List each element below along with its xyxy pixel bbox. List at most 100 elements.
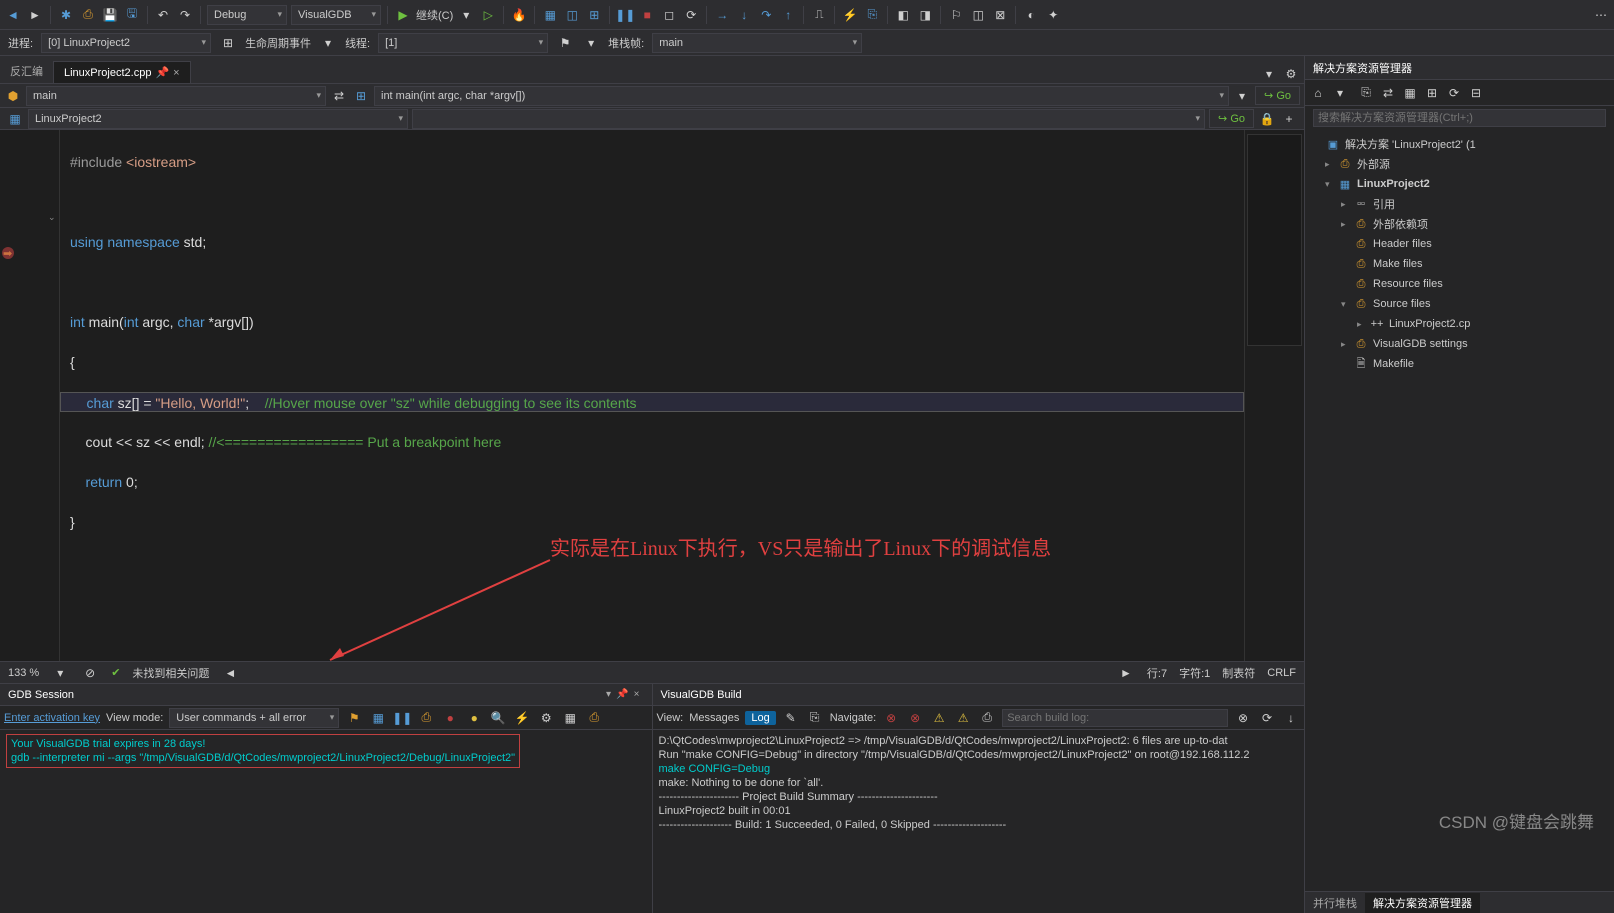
build-tb-c[interactable]: ⎙ bbox=[978, 709, 996, 727]
step-into-icon[interactable]: ↓ bbox=[735, 6, 753, 24]
tb-icon-a[interactable]: ▦ bbox=[541, 6, 559, 24]
open-icon[interactable]: ⎙ bbox=[79, 6, 97, 24]
bc-go-button[interactable]: ↪ Go bbox=[1209, 109, 1254, 128]
bc-path-combo[interactable] bbox=[412, 109, 1205, 129]
sol-tb-d[interactable]: ⊞ bbox=[1423, 84, 1441, 102]
continue-label[interactable]: 继续(C) bbox=[416, 7, 453, 23]
indent-indicator[interactable]: 制表符 bbox=[1222, 665, 1255, 681]
new-icon[interactable]: ✱ bbox=[57, 6, 75, 24]
sol-tb-c[interactable]: ▦ bbox=[1401, 84, 1419, 102]
eol-indicator[interactable]: CRLF bbox=[1267, 667, 1296, 679]
build-output[interactable]: D:\QtCodes\mwproject2\LinuxProject2 => /… bbox=[653, 730, 1305, 913]
restart-icon[interactable]: ⟳ bbox=[682, 6, 700, 24]
char-indicator[interactable]: 字符:1 bbox=[1179, 665, 1210, 681]
solution-search-input[interactable] bbox=[1313, 109, 1606, 127]
build-err2-icon[interactable]: ⊗ bbox=[906, 709, 924, 727]
gdb-tb-h[interactable]: ⎙ bbox=[585, 709, 603, 727]
line-indicator[interactable]: 行:7 bbox=[1147, 665, 1167, 681]
panel-dropdown-icon[interactable]: ▾ bbox=[602, 688, 616, 702]
tb-icon-l[interactable]: ✦ bbox=[1044, 6, 1062, 24]
gdb-tb-d[interactable]: ● bbox=[441, 709, 459, 727]
tb-icon-h[interactable]: ◨ bbox=[916, 6, 934, 24]
continue-icon[interactable]: ▶ bbox=[394, 6, 412, 24]
build-tb-d[interactable]: ⊗ bbox=[1234, 709, 1252, 727]
gdb-search-icon[interactable]: 🔍 bbox=[489, 709, 507, 727]
tree-source[interactable]: ▾⎙Source files bbox=[1305, 294, 1614, 314]
health-icon[interactable]: ⊘ bbox=[81, 664, 99, 682]
minimap[interactable] bbox=[1244, 130, 1304, 661]
nav-back-icon[interactable]: ◄ bbox=[4, 6, 22, 24]
activation-link[interactable]: Enter activation key bbox=[4, 712, 100, 724]
step-next-icon[interactable]: → bbox=[713, 6, 731, 24]
overflow-icon[interactable]: ⋯ bbox=[1592, 6, 1610, 24]
lifecycle-dropdown-icon[interactable]: ▾ bbox=[319, 34, 337, 52]
build-search-input[interactable] bbox=[1002, 709, 1228, 727]
redo-icon[interactable]: ↷ bbox=[176, 6, 194, 24]
sol-tb-e[interactable]: ⊟ bbox=[1467, 84, 1485, 102]
sol-tb-a[interactable]: ▾ bbox=[1331, 84, 1349, 102]
step-out-icon[interactable]: ↑ bbox=[779, 6, 797, 24]
thread-combo[interactable]: [1] bbox=[378, 33, 548, 53]
sol-home-icon[interactable]: ⌂ bbox=[1309, 84, 1327, 102]
tree-references[interactable]: ▸▫▫引用 bbox=[1305, 194, 1614, 214]
tb-icon-j[interactable]: ⊠ bbox=[991, 6, 1009, 24]
break-all-icon[interactable]: ◻ bbox=[660, 6, 678, 24]
bookmark-icon[interactable]: ⚐ bbox=[947, 6, 965, 24]
gdb-tb-f[interactable]: ⚡ bbox=[513, 709, 531, 727]
stop-icon[interactable]: ■ bbox=[638, 6, 656, 24]
gdb-tb-c[interactable]: ⎙ bbox=[417, 709, 435, 727]
step-over-icon[interactable]: ↷ bbox=[757, 6, 775, 24]
pause-icon[interactable]: ❚❚ bbox=[616, 6, 634, 24]
continue-dropdown-icon[interactable]: ▾ bbox=[457, 6, 475, 24]
tb-icon-k[interactable]: ◐ bbox=[1022, 6, 1040, 24]
build-messages-btn[interactable]: Messages bbox=[689, 712, 739, 724]
tb-icon-f[interactable]: ⎘ bbox=[863, 6, 881, 24]
bc-plus-icon[interactable]: + bbox=[1280, 110, 1298, 128]
tree-source-file[interactable]: ▸++LinuxProject2.cp bbox=[1305, 314, 1614, 334]
sol-sync-icon[interactable]: ⇄ bbox=[1379, 84, 1397, 102]
bc-lock-icon[interactable]: 🔒 bbox=[1258, 110, 1276, 128]
tb-icon-g[interactable]: ◧ bbox=[894, 6, 912, 24]
nav-dropdown-icon[interactable]: ▾ bbox=[1233, 87, 1251, 105]
zoom-dropdown-icon[interactable]: ▾ bbox=[51, 664, 69, 682]
undo-icon[interactable]: ↶ bbox=[154, 6, 172, 24]
fold-icon[interactable]: ⌄ bbox=[48, 212, 56, 223]
save-icon[interactable]: 💾 bbox=[101, 6, 119, 24]
hot-reload-icon[interactable]: 🔥 bbox=[510, 6, 528, 24]
build-tb-b[interactable]: ⎘ bbox=[806, 709, 824, 727]
build-log-btn[interactable]: Log bbox=[745, 711, 775, 725]
func-combo[interactable]: int main(int argc, char *argv[]) bbox=[374, 86, 1229, 106]
config-combo[interactable]: Debug bbox=[207, 5, 287, 25]
thread-flag-icon[interactable]: ⚑ bbox=[556, 34, 574, 52]
zoom-level[interactable]: 133 % bbox=[8, 667, 39, 679]
gdb-tb-e[interactable]: ● bbox=[465, 709, 483, 727]
tb-icon-c[interactable]: ⊞ bbox=[585, 6, 603, 24]
gdb-tb-b[interactable]: ▦ bbox=[369, 709, 387, 727]
gdb-tb-g[interactable]: ▦ bbox=[561, 709, 579, 727]
scope-combo[interactable]: main bbox=[26, 86, 326, 106]
go-button[interactable]: ↪ Go bbox=[1255, 86, 1300, 105]
tab-disasm[interactable]: 反汇编 bbox=[0, 59, 53, 83]
sol-tab-parallel[interactable]: 并行堆栈 bbox=[1305, 893, 1365, 913]
platform-combo[interactable]: VisualGDB bbox=[291, 5, 381, 25]
tree-headers[interactable]: ⎙Header files bbox=[1305, 234, 1614, 254]
gdb-tb-a[interactable]: ⚑ bbox=[345, 709, 363, 727]
process-combo[interactable]: [0] LinuxProject2 bbox=[41, 33, 211, 53]
tree-project[interactable]: ▾▦LinuxProject2 bbox=[1305, 174, 1614, 194]
stackframe-combo[interactable]: main bbox=[652, 33, 862, 53]
pin-icon[interactable]: 📌 bbox=[155, 66, 169, 79]
sol-tb-b[interactable]: ⎘ bbox=[1357, 84, 1375, 102]
tab-dropdown-icon[interactable]: ▾ bbox=[1260, 65, 1278, 83]
code-editor[interactable]: ➡ ⌄ #include <iostream> using namespace … bbox=[0, 130, 1304, 661]
tb-icon-e[interactable]: ⚡ bbox=[841, 6, 859, 24]
tree-solution-root[interactable]: ▣解决方案 'LinuxProject2' (1 bbox=[1305, 134, 1614, 154]
build-warn2-icon[interactable]: ⚠ bbox=[954, 709, 972, 727]
scroll-right-icon[interactable]: ► bbox=[1117, 664, 1135, 682]
tab-gear-icon[interactable]: ⚙ bbox=[1282, 65, 1300, 83]
swap-icon[interactable]: ⇄ bbox=[330, 87, 348, 105]
scroll-left-icon[interactable]: ◄ bbox=[221, 664, 239, 682]
gdb-gear-icon[interactable]: ⚙ bbox=[537, 709, 555, 727]
tree-makefile[interactable]: 🗎Makefile bbox=[1305, 354, 1614, 374]
tree-vgdb[interactable]: ▸⎙VisualGDB settings bbox=[1305, 334, 1614, 354]
saveall-icon[interactable]: 🖫 bbox=[123, 6, 141, 24]
